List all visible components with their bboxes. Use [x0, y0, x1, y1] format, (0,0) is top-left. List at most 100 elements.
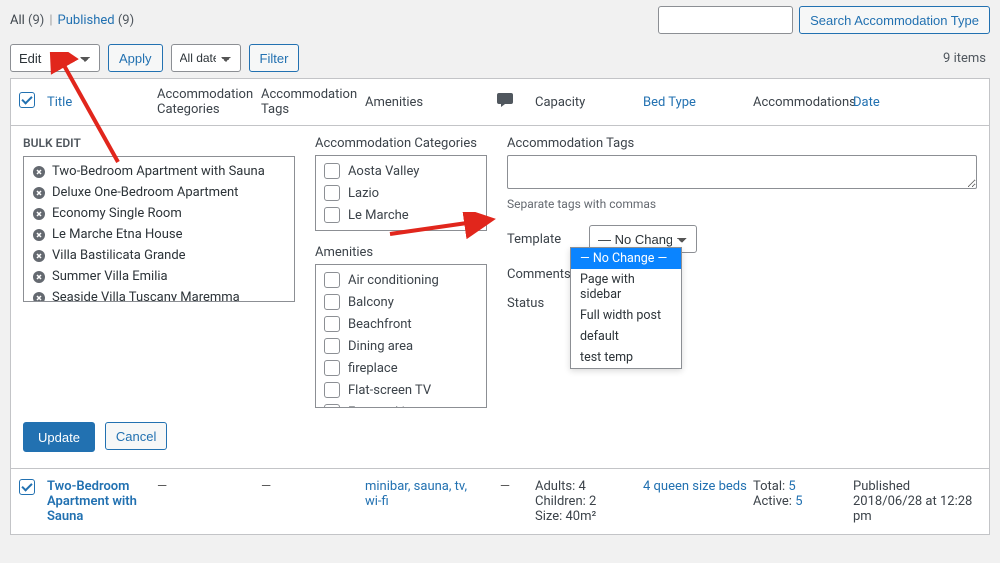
amenity-checkbox[interactable] — [324, 404, 340, 408]
filter-published[interactable]: Published (9) — [58, 13, 135, 28]
remove-icon[interactable] — [32, 270, 46, 284]
template-option[interactable]: — No Change — — [571, 248, 681, 269]
bulk-item-label: Deluxe One-Bedroom Apartment — [52, 185, 238, 200]
bulk-items-listbox[interactable]: Two-Bedroom Apartment with Sauna Deluxe … — [23, 156, 295, 302]
categories-label: Accommodation Categories — [315, 136, 487, 151]
category-label: Le Marche — [348, 208, 409, 223]
search-input[interactable] — [658, 6, 793, 34]
category-item[interactable]: Lazio — [322, 182, 480, 204]
amenity-label: Dining area — [348, 339, 413, 354]
tags-label: Accommodation Tags — [507, 136, 977, 151]
tags-textarea[interactable] — [507, 155, 977, 189]
amenity-item[interactable]: Free parking — [322, 401, 480, 408]
bulk-item-label: Villa Bastilicata Grande — [52, 248, 186, 263]
amenity-label: Balcony — [348, 295, 394, 310]
amenity-label: Free parking — [348, 405, 419, 409]
tags-helper: Separate tags with commas — [507, 197, 977, 211]
bulk-item[interactable]: Economy Single Room — [30, 203, 288, 224]
row-amenities[interactable]: minibar, sauna, tv, wi-fi — [365, 479, 467, 509]
bulk-edit-heading: BULK EDIT — [23, 136, 295, 150]
pipe: | — [49, 13, 52, 28]
bulk-item-label: Economy Single Room — [52, 206, 182, 221]
amenity-item[interactable]: Flat-screen TV — [322, 379, 480, 401]
remove-icon[interactable] — [32, 207, 46, 221]
amenity-item[interactable]: fireplace — [322, 357, 480, 379]
amenity-item[interactable]: Air conditioning — [322, 269, 480, 291]
template-option[interactable]: Full width post — [571, 305, 681, 326]
cancel-button[interactable]: Cancel — [105, 422, 167, 450]
dates-select[interactable]: All dates — [171, 44, 241, 72]
amenity-checkbox[interactable] — [324, 382, 340, 398]
row-capacity: Adults: 4Children: 2Size: 40m² — [535, 479, 643, 524]
col-capacity: Capacity — [535, 95, 643, 110]
apply-button[interactable]: Apply — [108, 44, 163, 72]
category-item[interactable]: Aosta Valley — [322, 160, 480, 182]
remove-icon[interactable] — [32, 228, 46, 242]
bulk-item-label: Two-Bedroom Apartment with Sauna — [52, 164, 265, 179]
category-label: Lazio — [348, 186, 379, 201]
filter-button[interactable]: Filter — [249, 44, 300, 72]
comment-icon — [497, 93, 513, 107]
amenity-checkbox[interactable] — [324, 272, 340, 288]
remove-icon[interactable] — [32, 186, 46, 200]
bulk-item-label: Seaside Villa Tuscany Maremma — [52, 290, 240, 302]
col-tags: Accommodation Tags — [261, 87, 365, 117]
template-option[interactable]: Page with sidebar — [571, 269, 681, 305]
col-categories: Accommodation Categories — [157, 87, 261, 117]
col-bed-type[interactable]: Bed Type — [643, 95, 753, 110]
col-title[interactable]: Title — [47, 95, 157, 110]
remove-icon[interactable] — [32, 165, 46, 179]
template-option[interactable]: test temp — [571, 347, 681, 368]
amenity-checkbox[interactable] — [324, 338, 340, 354]
amenity-item[interactable]: Dining area — [322, 335, 480, 357]
amenity-label: Air conditioning — [348, 273, 439, 288]
template-option[interactable]: default — [571, 326, 681, 347]
categories-listbox[interactable]: Aosta Valley Lazio Le Marche — [315, 155, 487, 231]
row-categories: — — [157, 479, 261, 494]
amenity-label: fireplace — [348, 361, 398, 376]
template-dropdown[interactable]: — No Change — Page with sidebar Full wid… — [570, 247, 682, 369]
select-all-checkbox[interactable] — [19, 92, 35, 108]
update-button[interactable]: Update — [23, 422, 95, 452]
bulk-item[interactable]: Le Marche Etna House — [30, 224, 288, 245]
col-date[interactable]: Date — [853, 95, 973, 110]
amenity-item[interactable]: Beachfront — [322, 313, 480, 335]
col-amenities: Amenities — [365, 95, 475, 110]
row-comments: — — [475, 479, 535, 494]
amenity-item[interactable]: Balcony — [322, 291, 480, 313]
bulk-item-label: Summer Villa Emilia — [52, 269, 168, 284]
row-tags: — — [261, 479, 365, 494]
col-comments[interactable] — [475, 93, 535, 111]
remove-icon[interactable] — [32, 249, 46, 263]
bulk-item[interactable]: Villa Bastilicata Grande — [30, 245, 288, 266]
table-row: Two-Bedroom Apartment with Sauna — — min… — [11, 469, 989, 534]
search-button[interactable]: Search Accommodation Type — [799, 6, 990, 34]
col-accommodations: Accommodations — [753, 95, 853, 110]
bulk-item-label: Le Marche Etna House — [52, 227, 182, 242]
amenity-label: Beachfront — [348, 317, 412, 332]
row-bed[interactable]: 4 queen size beds — [643, 479, 747, 494]
bulk-item[interactable]: Two-Bedroom Apartment with Sauna — [30, 161, 288, 182]
amenities-label: Amenities — [315, 245, 487, 260]
row-date: Published2018/06/28 at 12:28 pm — [853, 479, 973, 524]
comments-label: Comments — [507, 267, 571, 282]
row-checkbox[interactable] — [19, 479, 35, 495]
amenity-checkbox[interactable] — [324, 360, 340, 376]
bulk-item[interactable]: Summer Villa Emilia — [30, 266, 288, 287]
row-title-link[interactable]: Two-Bedroom Apartment with Sauna — [47, 479, 147, 524]
amenity-checkbox[interactable] — [324, 294, 340, 310]
bulk-item[interactable]: Seaside Villa Tuscany Maremma — [30, 287, 288, 302]
remove-icon[interactable] — [32, 291, 46, 303]
amenity-checkbox[interactable] — [324, 316, 340, 332]
bulk-action-select[interactable]: Edit — [10, 44, 100, 72]
filter-all[interactable]: All (9) — [10, 13, 44, 28]
template-label: Template — [507, 232, 571, 247]
bulk-item[interactable]: Deluxe One-Bedroom Apartment — [30, 182, 288, 203]
category-checkbox[interactable] — [324, 163, 340, 179]
category-checkbox[interactable] — [324, 207, 340, 223]
amenities-listbox[interactable]: Air conditioning Balcony Beachfront Dini… — [315, 264, 487, 408]
row-accommodations: Total: 5 Active: 5 — [753, 479, 853, 509]
status-label: Status — [507, 296, 571, 311]
category-checkbox[interactable] — [324, 185, 340, 201]
category-item[interactable]: Le Marche — [322, 204, 480, 226]
